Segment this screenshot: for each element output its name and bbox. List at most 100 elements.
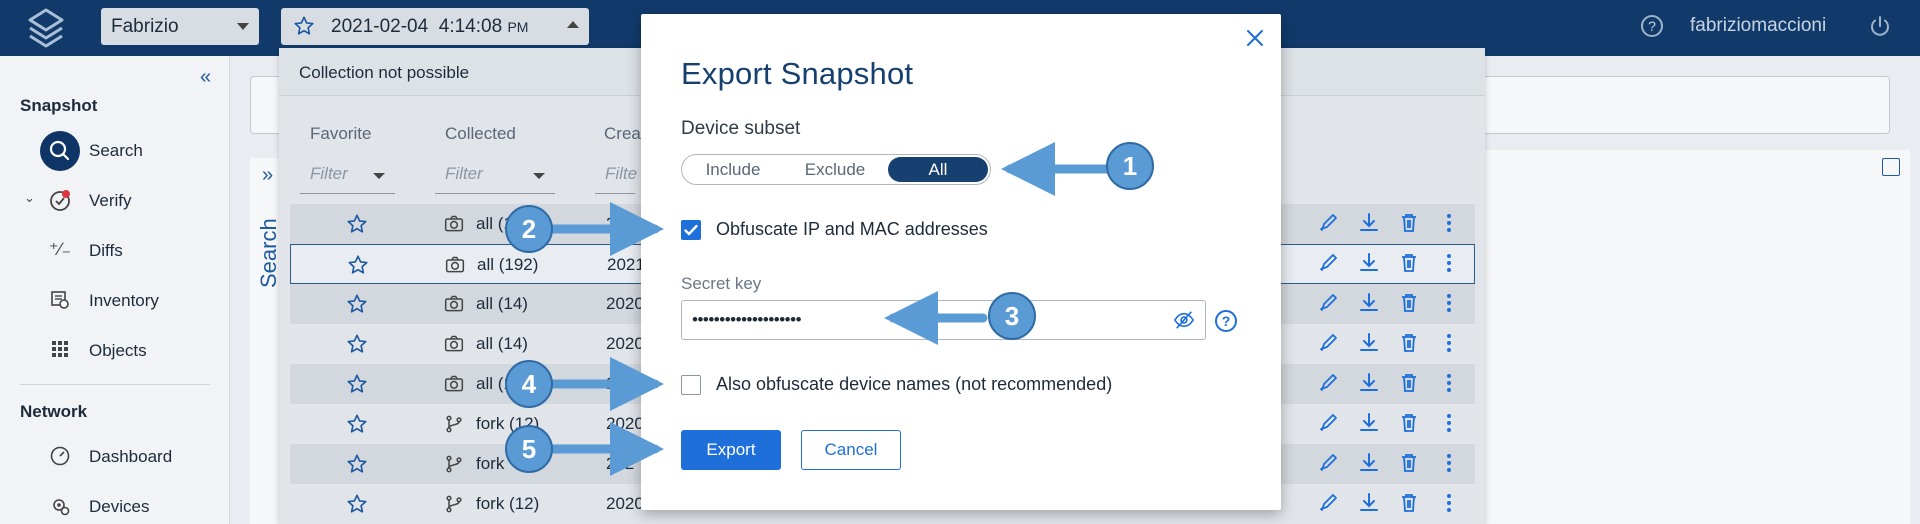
cancel-button[interactable]: Cancel xyxy=(801,430,901,470)
sidebar-item-devices[interactable]: Devices xyxy=(40,487,220,524)
device-subset-label: Device subset xyxy=(681,118,801,139)
collected-value: fork (12) xyxy=(476,494,540,513)
camera-icon xyxy=(445,256,465,273)
star-icon[interactable] xyxy=(346,293,368,315)
download-icon[interactable] xyxy=(1358,212,1380,234)
panel-corner-icon[interactable] xyxy=(1882,158,1900,176)
devices-icon xyxy=(40,495,80,519)
chevron-down-icon[interactable]: ⌄ xyxy=(24,190,35,206)
column-header-collected[interactable]: Collected xyxy=(445,124,516,144)
sidebar-divider xyxy=(20,384,210,385)
secret-key-input[interactable]: •••••••••••••••••••• xyxy=(681,300,1206,340)
segment-exclude[interactable]: Exclude xyxy=(784,155,886,184)
edit-icon[interactable] xyxy=(1318,492,1340,514)
edit-icon[interactable] xyxy=(1318,332,1340,354)
more-options-icon[interactable] xyxy=(1438,412,1460,434)
collected-value: all (192) xyxy=(477,255,539,274)
filter-placeholder: Filter xyxy=(310,164,348,183)
sidebar-item-label: Verify xyxy=(89,191,132,210)
download-icon[interactable] xyxy=(1358,292,1380,314)
created-value: 2020 xyxy=(606,294,644,313)
collected-filter[interactable]: Filter xyxy=(435,156,555,194)
download-icon[interactable] xyxy=(1358,412,1380,434)
edit-icon[interactable] xyxy=(1318,292,1340,314)
star-icon[interactable] xyxy=(346,373,368,395)
delete-icon[interactable] xyxy=(1398,492,1420,514)
dialog-title: Export Snapshot xyxy=(681,56,914,91)
obfuscate-device-names-checkbox[interactable] xyxy=(681,375,701,395)
edit-icon[interactable] xyxy=(1318,372,1340,394)
collapse-sidebar-icon[interactable]: « xyxy=(200,66,211,89)
obfuscate-device-names-label[interactable]: Also obfuscate device names (not recomme… xyxy=(716,374,1112,395)
delete-icon[interactable] xyxy=(1398,252,1420,274)
more-options-icon[interactable] xyxy=(1438,492,1460,514)
edit-icon[interactable] xyxy=(1318,252,1340,274)
star-icon[interactable] xyxy=(347,254,369,276)
star-icon[interactable] xyxy=(346,453,368,475)
more-options-icon[interactable] xyxy=(1438,452,1460,474)
delete-icon[interactable] xyxy=(1398,452,1420,474)
help-icon[interactable]: ? xyxy=(1641,15,1663,37)
snapshot-select[interactable]: 2021-02-04 4:14:08 PM xyxy=(281,8,589,45)
star-icon[interactable] xyxy=(346,333,368,355)
delete-icon[interactable] xyxy=(1398,372,1420,394)
sidebar-item-search[interactable]: Search xyxy=(40,131,220,171)
download-icon[interactable] xyxy=(1358,332,1380,354)
star-icon[interactable] xyxy=(346,213,368,235)
star-icon[interactable] xyxy=(346,413,368,435)
edit-icon[interactable] xyxy=(1318,212,1340,234)
more-options-icon[interactable] xyxy=(1438,332,1460,354)
download-icon[interactable] xyxy=(1358,492,1380,514)
camera-icon xyxy=(444,335,464,352)
edit-icon[interactable] xyxy=(1318,412,1340,434)
export-button[interactable]: Export xyxy=(681,430,781,470)
secret-key-value: •••••••••••••••••••• xyxy=(692,310,802,329)
sidebar-item-dashboard[interactable]: Dashboard xyxy=(40,437,220,477)
delete-icon[interactable] xyxy=(1398,332,1420,354)
more-options-icon[interactable] xyxy=(1438,372,1460,394)
user-select[interactable]: Fabrizio xyxy=(101,8,259,45)
filter-placeholder: Filter xyxy=(445,164,483,183)
fork-icon xyxy=(446,495,462,513)
star-icon[interactable] xyxy=(346,493,368,515)
username[interactable]: fabriziomaccioni xyxy=(1690,15,1826,37)
created-value: 2020 xyxy=(606,414,644,433)
download-icon[interactable] xyxy=(1358,452,1380,474)
segment-all[interactable]: All xyxy=(888,157,988,182)
more-options-icon[interactable] xyxy=(1438,292,1460,314)
download-icon[interactable] xyxy=(1358,372,1380,394)
favorite-filter[interactable]: Filter xyxy=(300,156,395,194)
hide-password-icon[interactable] xyxy=(1173,310,1195,330)
sidebar-item-objects[interactable]: Objects xyxy=(40,331,220,371)
network-section-title: Network xyxy=(20,402,88,421)
app-logo-icon[interactable] xyxy=(18,6,74,50)
search-icon xyxy=(40,131,80,171)
delete-icon[interactable] xyxy=(1398,412,1420,434)
created-value: 2021 xyxy=(607,255,645,274)
sidebar-item-inventory[interactable]: Inventory xyxy=(40,281,220,321)
segment-include[interactable]: Include xyxy=(682,155,784,184)
column-header-created[interactable]: Crea xyxy=(604,124,641,144)
obfuscate-ip-mac-checkbox[interactable] xyxy=(681,220,701,240)
expand-icon[interactable]: » xyxy=(262,164,273,187)
sidebar-item-verify[interactable]: ⌄ Verify xyxy=(24,181,220,221)
camera-icon xyxy=(444,295,464,312)
snapshot-section-title: Snapshot xyxy=(20,96,98,115)
close-icon[interactable] xyxy=(1245,28,1265,48)
sidebar: « Snapshot Search ⌄ Verify ⁺∕₋ Diffs Inv… xyxy=(0,56,230,524)
inventory-icon xyxy=(40,289,80,313)
more-options-icon[interactable] xyxy=(1438,212,1460,234)
edit-icon[interactable] xyxy=(1318,452,1340,474)
help-icon[interactable]: ? xyxy=(1215,310,1237,332)
obfuscate-ip-mac-label[interactable]: Obfuscate IP and MAC addresses xyxy=(716,219,988,240)
download-icon[interactable] xyxy=(1358,252,1380,274)
sidebar-item-diffs[interactable]: ⁺∕₋ Diffs xyxy=(40,231,220,271)
created-filter[interactable]: Filte xyxy=(595,156,637,194)
power-icon[interactable] xyxy=(1868,14,1892,38)
column-header-favorite[interactable]: Favorite xyxy=(310,124,371,144)
callout-badge-5: 5 xyxy=(505,425,553,473)
secret-key-label: Secret key xyxy=(681,274,762,293)
more-options-icon[interactable] xyxy=(1438,252,1460,274)
delete-icon[interactable] xyxy=(1398,292,1420,314)
delete-icon[interactable] xyxy=(1398,212,1420,234)
